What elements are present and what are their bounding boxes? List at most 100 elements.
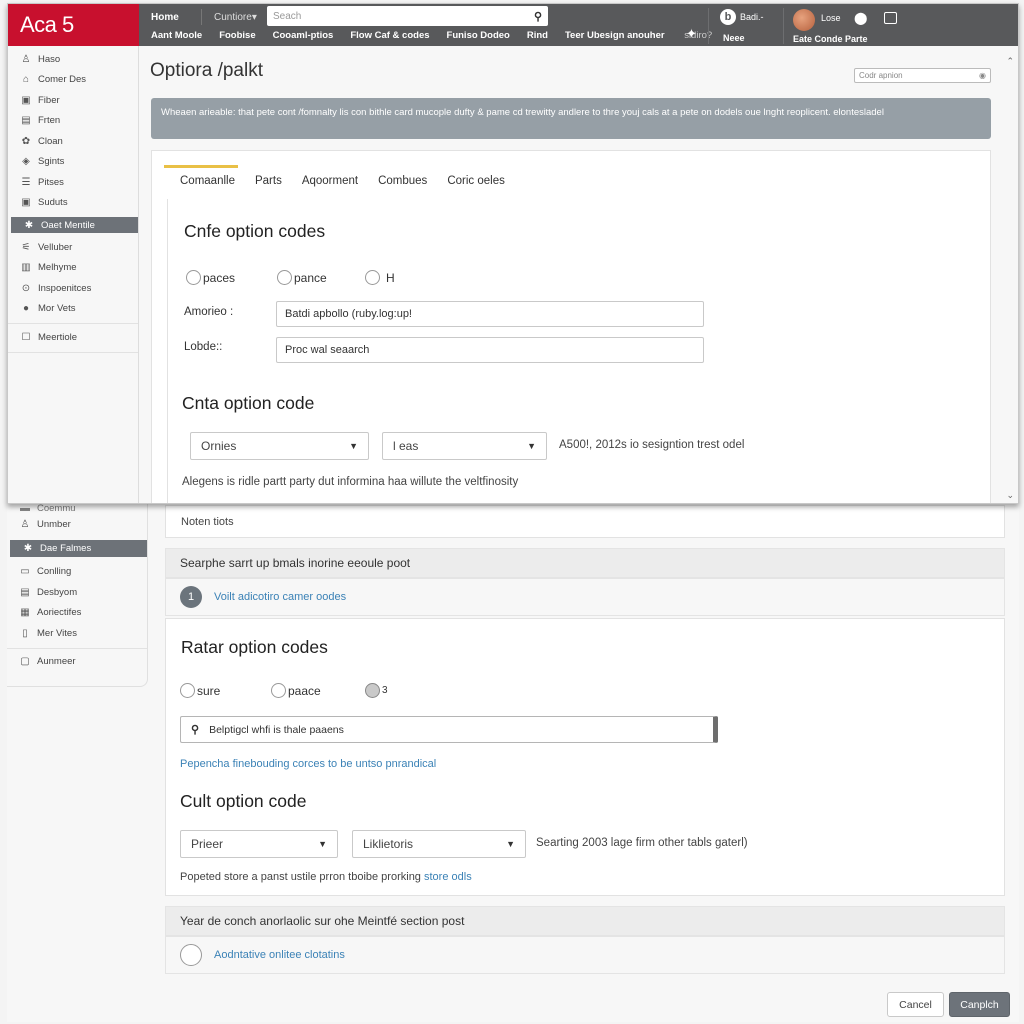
section-note: Alegens is ridle partt party dut informi… [182, 476, 519, 488]
page-title: Optiora /palkt [150, 60, 263, 81]
nav-item[interactable]: Funiso Dodeo [447, 30, 510, 41]
pin-icon[interactable]: ✦ [686, 26, 697, 42]
sidebar-item-label: Sgints [38, 156, 65, 168]
sidebar-item[interactable]: ⚟ Velluber [8, 237, 138, 258]
nav-item[interactable]: Foobise [219, 30, 255, 41]
sidebar-item[interactable]: ▥ Melhyme [8, 258, 138, 279]
sidebar-item[interactable]: ● Mor Vets [8, 299, 138, 320]
sidebar-item[interactable]: ▣ Suduts [8, 193, 138, 214]
sidebar-item[interactable]: ☐ Meertiole [8, 327, 138, 348]
lobde-input[interactable]: Proc wal seaarch [276, 337, 704, 363]
refresh-icon[interactable]: ◉ [979, 71, 986, 80]
panel-link[interactable]: Voilt adicotiro camer oodes [214, 591, 346, 603]
code-option-input[interactable]: Codr apnion ◉ [854, 68, 991, 83]
brand-logo[interactable]: Aca 5 [8, 4, 139, 46]
sidebar-item[interactable]: ▣ Fiber [8, 90, 138, 111]
radio-button[interactable] [180, 683, 195, 698]
customize-dropdown[interactable]: Cuntiore▾ [214, 12, 268, 23]
sidebar-item-label: Cloan [38, 135, 63, 147]
panel-link[interactable]: Aodntative onlitee clotatins [214, 949, 345, 961]
nav-item[interactable]: Cooaml-ptios [273, 30, 334, 41]
sidebar-item[interactable]: ▦ Aoriectifes [7, 603, 147, 624]
radio-option[interactable]: sure [180, 683, 271, 698]
sidebar-item[interactable]: ▤ Desbyom [7, 582, 147, 603]
chevron-down-icon: ▼ [527, 441, 536, 451]
radio-button[interactable] [271, 683, 286, 698]
radio-group: paces pance H [186, 270, 395, 285]
scroll-down-arrow[interactable]: ⌄ [1006, 490, 1014, 501]
nav-extra-text[interactable]: Teer Ubesign anouher sidiro? [565, 30, 729, 41]
liklietoris-select[interactable]: Liklietoris ▼ [352, 830, 526, 858]
radio-option[interactable]: pance [277, 270, 365, 285]
search-placeholder: Seach [273, 10, 302, 22]
sidebar-divider [8, 323, 138, 324]
user-menu[interactable]: b Badi.- Neee [720, 9, 764, 43]
nav-home[interactable]: Home [151, 12, 201, 23]
sidebar-item-label: Suduts [38, 197, 68, 209]
profile-menu[interactable]: Lose Eate Conde Parte [793, 9, 868, 44]
sidebar-item-label: Haso [38, 53, 61, 65]
radio-circle[interactable] [180, 944, 202, 966]
sidebar-item-label: Oaet Mentile [41, 219, 95, 231]
sidebar-item-label: Conlling [37, 566, 72, 578]
monitor-icon: ▭ [20, 566, 30, 578]
document-icon: ▤ [20, 586, 30, 598]
sidebar-item-active[interactable]: ✱ Oaet Mentile [11, 217, 138, 233]
location-icon[interactable]: ⬤ [854, 11, 867, 25]
help-link[interactable]: Pepencha finebouding corces to be untso … [180, 758, 436, 770]
sidebar-item[interactable]: ▢ Aunmeer [7, 652, 147, 673]
select-value: Liklietoris [363, 837, 414, 851]
leas-select[interactable]: l eas ▼ [382, 432, 547, 460]
chevron-down-icon: ▼ [318, 839, 327, 849]
tab-parts[interactable]: Parts [255, 165, 282, 187]
radio-option[interactable]: paace [271, 683, 365, 698]
tab-aqoorment[interactable]: Aqoorment [302, 165, 358, 187]
nav-item[interactable]: Flow Caf & codes [350, 30, 429, 41]
sidebar-item[interactable]: ☰ Pitses [8, 172, 138, 193]
store-link[interactable]: store odls [424, 871, 472, 883]
cancel-button[interactable]: Cancel [887, 992, 944, 1017]
tab-coric-oeles[interactable]: Coric oeles [447, 165, 505, 187]
complete-button[interactable]: Canplch [949, 992, 1010, 1017]
radio-option-selected[interactable]: 3 [365, 683, 388, 698]
radio-option[interactable]: paces [186, 270, 277, 285]
radio-button[interactable] [365, 270, 380, 285]
tab-comaanlle[interactable]: Comaanlle [164, 165, 238, 187]
nav-item[interactable]: Rind [527, 30, 548, 41]
sidebar-divider [8, 351, 138, 353]
global-search-input[interactable]: Seach ⚲ [267, 6, 548, 26]
sidebar-item-active[interactable]: ✱ Dae Falmes [10, 539, 147, 557]
ornies-select[interactable]: Ornies ▼ [190, 432, 369, 460]
panel-row[interactable]: 1 Voilt adicotiro camer oodes [165, 578, 1005, 616]
sidebar-item[interactable]: ⌂ Comer Des [8, 70, 138, 91]
sidebar-item[interactable]: ♙ Unmber [7, 514, 147, 535]
radio-button-selected[interactable] [365, 683, 380, 698]
prieer-select[interactable]: Prieer ▼ [180, 830, 338, 858]
select-info-text: Searting 2003 lage firm other tabls gate… [536, 837, 748, 849]
nav-item[interactable]: Aant Moole [151, 30, 202, 41]
avatar [793, 9, 815, 31]
content-rule [167, 199, 168, 503]
amorieo-input[interactable]: Batdi apbollo (ruby.log:up! [276, 301, 704, 327]
panel-row[interactable]: Aodntative onlitee clotatins [165, 936, 1005, 974]
option-search-input[interactable]: ⚲ Belptigcl whfi is thale paaens [180, 716, 718, 743]
radio-option[interactable]: H [365, 270, 395, 285]
sidebar-item[interactable]: ✿ Cloan [8, 131, 138, 152]
sidebar-item[interactable]: ◈ Sgints [8, 152, 138, 173]
scroll-up-arrow[interactable]: ⌃ [1006, 56, 1014, 67]
info-icon: ⊙ [21, 282, 31, 294]
radio-button[interactable] [277, 270, 292, 285]
badge-icon: ✱ [24, 219, 34, 231]
sidebar-item[interactable]: ▯ Mer Vites [7, 623, 147, 644]
window-icon[interactable] [884, 12, 897, 24]
radio-button[interactable] [186, 270, 201, 285]
sidebar-item[interactable]: ♙ Haso [8, 49, 138, 70]
sidebar-item[interactable]: ⊙ Inspoenitces [8, 278, 138, 299]
radio-label: 3 [382, 685, 388, 696]
sidebar-item[interactable]: ▤ Frten [8, 111, 138, 132]
sidebar-item[interactable]: ▭ Conlling [7, 562, 147, 583]
note-text: Popeted store a panst ustile prron tboib… [180, 871, 421, 883]
tab-combues[interactable]: Combues [378, 165, 427, 187]
sidebar-item-label: Mer Vites [37, 627, 77, 639]
search-icon[interactable]: ⚲ [534, 10, 542, 23]
